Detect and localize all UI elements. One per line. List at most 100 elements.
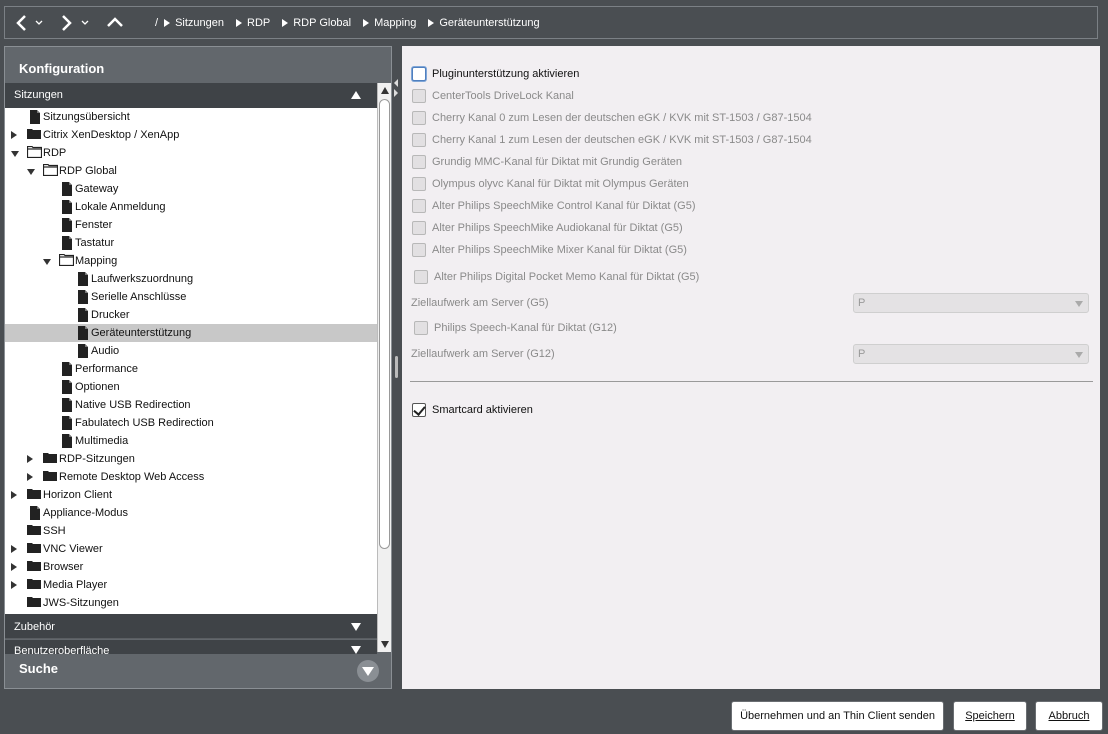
olympus-option: Olympus olyvc Kanal für Diktat mit Olymp… — [412, 176, 689, 192]
tree-item[interactable]: Multimedia — [5, 432, 377, 450]
tree-item-label: Fenster — [75, 219, 113, 231]
breadcrumb-label: RDP — [247, 16, 271, 29]
tree-item[interactable]: Remote Desktop Web Access — [5, 468, 377, 486]
collapsed-arrow-icon[interactable] — [11, 545, 17, 553]
tree-item[interactable]: Fenster — [5, 216, 377, 234]
tree-item[interactable]: Drucker — [5, 306, 377, 324]
collapsed-arrow-icon[interactable] — [11, 581, 17, 589]
accessories-section-header[interactable]: Zubehör — [5, 614, 377, 639]
tree-item[interactable]: SSH — [5, 522, 377, 540]
breadcrumb-item-rdp-global[interactable]: RDP Global — [282, 17, 351, 29]
tree-item[interactable]: Serielle Anschlüsse — [5, 288, 377, 306]
tree-item[interactable]: Horizon Client — [5, 486, 377, 504]
olympus-label: Olympus olyvc Kanal für Diktat mit Olymp… — [432, 178, 689, 190]
collapsed-arrow-icon[interactable] — [11, 131, 17, 139]
tree-item-label: Appliance-Modus — [43, 507, 128, 519]
tree-item-label: Geräteunterstützung — [91, 327, 192, 339]
collapsed-arrow-icon[interactable] — [11, 563, 17, 571]
dropdown-arrow-icon — [1075, 301, 1083, 307]
tree-item-label: Optionen — [75, 381, 120, 393]
breadcrumb-label: Mapping — [374, 16, 417, 29]
scroll-thumb[interactable] — [379, 99, 390, 549]
tree-item[interactable]: Laufwerkszuordnung — [5, 270, 377, 288]
tree-item[interactable]: Native USB Redirection — [5, 396, 377, 414]
tree-item-label: Horizon Client — [43, 489, 113, 501]
philips-control-option: Alter Philips SpeechMike Control Kanal f… — [412, 198, 696, 214]
forward-icon — [62, 14, 89, 31]
back-button[interactable] — [13, 7, 47, 38]
tree-scrollbar[interactable] — [377, 83, 391, 652]
back-icon — [16, 14, 43, 31]
cancel-button[interactable]: Abbruch — [1035, 701, 1103, 731]
sessions-section-label: Sitzungen — [14, 89, 63, 101]
accessories-section-label: Zubehör — [14, 621, 55, 633]
tree-item[interactable]: Sitzungsübersicht — [5, 108, 377, 126]
save-button-label: Speichern — [965, 710, 1015, 722]
tree-item[interactable]: Audio — [5, 342, 377, 360]
tree-item[interactable]: RDP — [5, 144, 377, 162]
search-section[interactable]: Suche — [5, 654, 391, 688]
tree-item[interactable]: Appliance-Modus — [5, 504, 377, 522]
expanded-arrow-icon[interactable] — [43, 259, 51, 265]
tree-item[interactable]: RDP Global — [5, 162, 377, 180]
tree-item[interactable]: Optionen — [5, 378, 377, 396]
sessions-section-header[interactable]: Sitzungen — [5, 83, 391, 108]
tree-item[interactable]: RDP-Sitzungen — [5, 450, 377, 468]
smartcard-option[interactable]: Smartcard aktivieren — [412, 402, 533, 418]
tree-item-label: SSH — [43, 525, 66, 537]
philips-speech-label: Philips Speech-Kanal für Diktat (G12) — [434, 322, 617, 334]
splitter-left-icon[interactable] — [394, 79, 398, 87]
breadcrumb-item-rdp[interactable]: RDP — [236, 17, 270, 29]
user-interface-section-header[interactable]: Benutzeroberfläche — [5, 640, 377, 654]
tree-item-label: Citrix XenDesktop / XenApp — [43, 129, 180, 141]
smartcard-label: Smartcard aktivieren — [432, 404, 533, 416]
tree-item[interactable]: Gateway — [5, 180, 377, 198]
scroll-up-icon[interactable] — [381, 87, 389, 94]
expand-search-icon[interactable] — [357, 660, 379, 682]
splitter-grip[interactable] — [395, 356, 398, 378]
up-button[interactable] — [105, 7, 127, 38]
breadcrumb-item-geraeteunterstuetzung[interactable]: Geräteunterstützung — [428, 17, 540, 29]
folder-filled-icon — [27, 596, 42, 614]
collapsed-arrow-icon[interactable] — [27, 473, 33, 481]
cherry0-option: Cherry Kanal 0 zum Lesen der deutschen e… — [412, 110, 812, 126]
collapsed-arrow-icon[interactable] — [27, 455, 33, 463]
tree-item-label: Lokale Anmeldung — [75, 201, 166, 213]
expanded-arrow-icon[interactable] — [11, 151, 19, 157]
target-drive-g12-value: P — [858, 348, 866, 360]
grundig-option: Grundig MMC-Kanal für Diktat mit Grundig… — [412, 154, 682, 170]
centertools-option: CenterTools DriveLock Kanal — [412, 88, 574, 104]
apply-and-send-button[interactable]: Übernehmen und an Thin Client senden — [731, 701, 944, 731]
tree-item[interactable]: Tastatur — [5, 234, 377, 252]
tree-item-label: RDP-Sitzungen — [59, 453, 135, 465]
breadcrumb-arrow-icon — [236, 18, 242, 27]
cherry0-checkbox — [412, 111, 426, 125]
tree-item-label: Gateway — [75, 183, 119, 195]
tree-item[interactable]: Citrix XenDesktop / XenApp — [5, 126, 377, 144]
panel-splitter[interactable] — [392, 46, 401, 689]
breadcrumb-root: / — [155, 16, 159, 29]
breadcrumb-item-mapping[interactable]: Mapping — [363, 17, 416, 29]
forward-button[interactable] — [57, 7, 91, 38]
breadcrumb-arrow-icon — [282, 18, 289, 27]
tree-item[interactable]: JWS-Sitzungen — [5, 594, 377, 612]
tree-item[interactable]: Browser — [5, 558, 377, 576]
save-button[interactable]: Speichern — [953, 701, 1027, 731]
collapsed-arrow-icon[interactable] — [11, 491, 17, 499]
splitter-right-icon[interactable] — [394, 89, 398, 97]
plugin-support-option[interactable]: Pluginunterstützung aktivieren — [412, 66, 579, 82]
philips-dpm-label: Alter Philips Digital Pocket Memo Kanal … — [434, 271, 700, 283]
plugin-support-checkbox[interactable] — [412, 67, 426, 81]
tree-item[interactable]: Media Player — [5, 576, 377, 594]
smartcard-checkbox[interactable] — [412, 403, 426, 417]
tree-item[interactable]: Fabulatech USB Redirection — [5, 414, 377, 432]
tree-item[interactable]: Performance — [5, 360, 377, 378]
tree-item[interactable]: Geräteunterstützung — [5, 324, 377, 342]
tree-item[interactable]: VNC Viewer — [5, 540, 377, 558]
breadcrumb-item-sitzungen[interactable]: Sitzungen — [164, 17, 224, 29]
expanded-arrow-icon[interactable] — [27, 169, 35, 175]
dropdown-arrow-icon — [1075, 352, 1083, 358]
tree-item[interactable]: Mapping — [5, 252, 377, 270]
tree-item[interactable]: Lokale Anmeldung — [5, 198, 377, 216]
scroll-down-icon[interactable] — [381, 641, 389, 648]
